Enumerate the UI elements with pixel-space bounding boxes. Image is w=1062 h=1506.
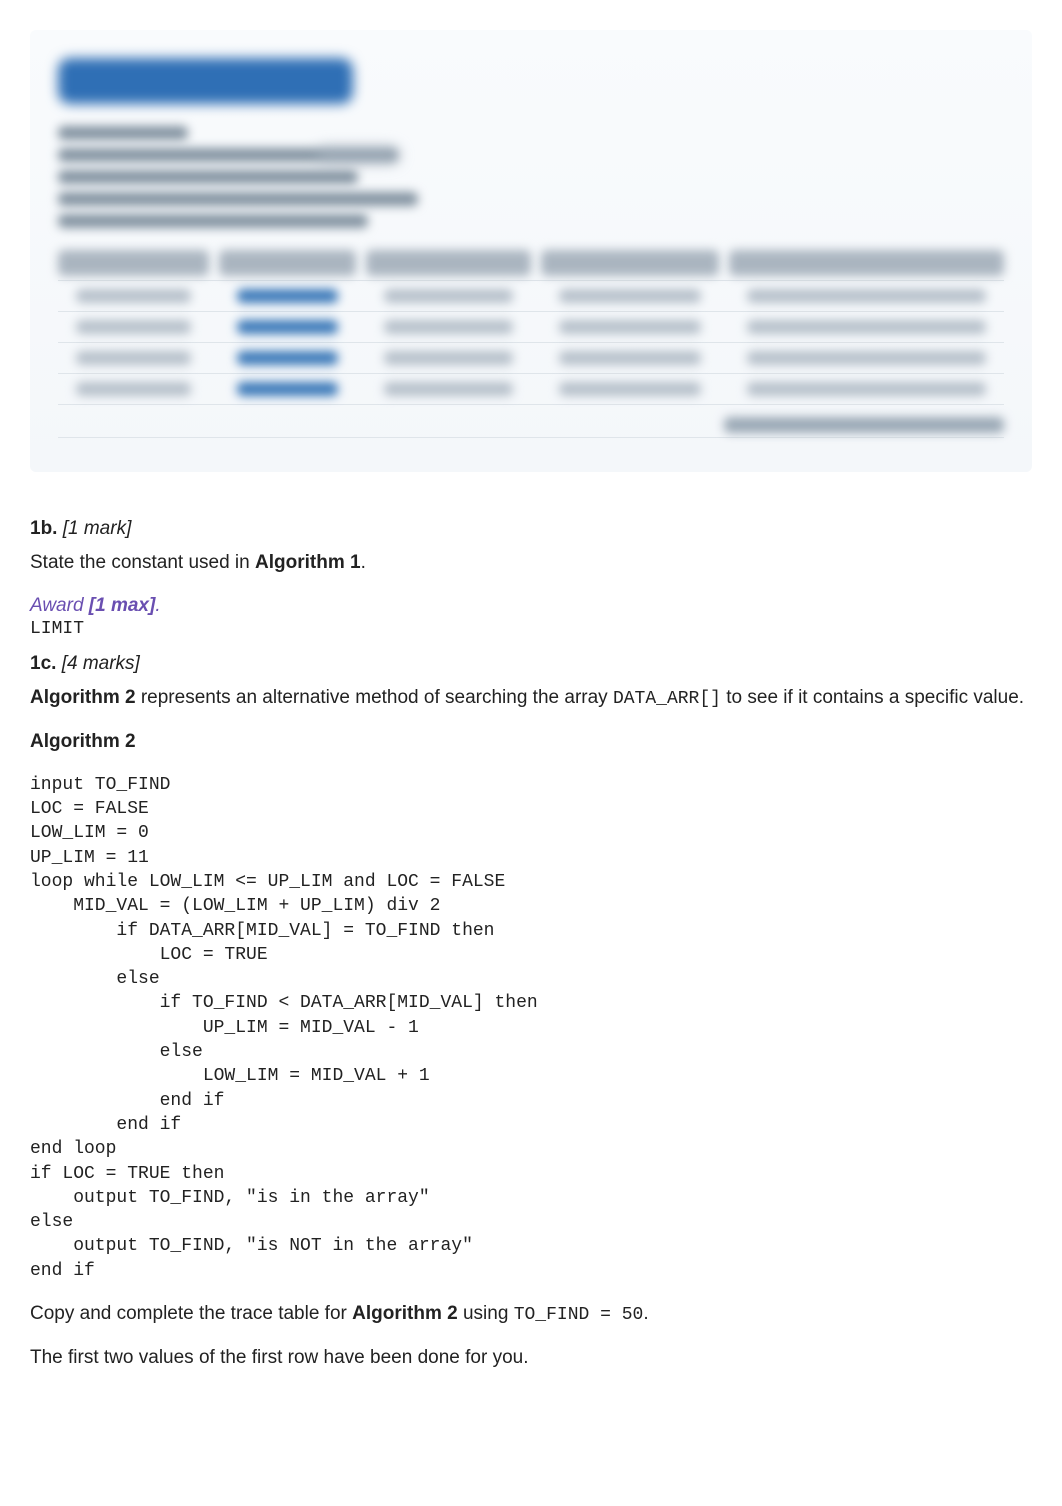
question-number: 1b. bbox=[30, 518, 57, 539]
first-row-note: The first two values of the first row ha… bbox=[30, 1345, 1032, 1371]
text: . bbox=[155, 595, 160, 616]
algorithm2-description: Algorithm 2 represents an alternative me… bbox=[30, 685, 1032, 711]
heading-text: Algorithm 2 bbox=[30, 731, 136, 752]
limit-answer: LIMIT bbox=[30, 617, 1032, 641]
text: . bbox=[361, 552, 366, 573]
text: represents an alternative method of sear… bbox=[136, 687, 613, 708]
question-1b-prompt: State the constant used in Algorithm 1. bbox=[30, 550, 1032, 576]
blurred-line bbox=[58, 148, 398, 162]
text: . bbox=[643, 1303, 648, 1324]
page: 1b. [1 mark] State the constant used in … bbox=[0, 0, 1062, 1449]
blurred-table bbox=[58, 250, 1004, 440]
award-max: [1 max] bbox=[89, 595, 156, 616]
algorithm2-heading: Algorithm 2 bbox=[30, 729, 1032, 755]
text: using bbox=[458, 1303, 514, 1324]
question-number: 1c. bbox=[30, 653, 56, 674]
blurred-heading bbox=[58, 58, 353, 104]
algorithm2-code-block: input TO_FIND LOC = FALSE LOW_LIM = 0 UP… bbox=[30, 773, 1032, 1283]
inline-code: DATA_ARR[] bbox=[613, 689, 721, 709]
question-1b-heading: 1b. [1 mark] bbox=[30, 516, 1032, 542]
text: State the constant used in bbox=[30, 552, 255, 573]
algorithm-ref: Algorithm 2 bbox=[30, 687, 136, 708]
award-line: Award [1 max]. bbox=[30, 593, 1032, 619]
text: Copy and complete the trace table for bbox=[30, 1303, 352, 1324]
award-label: Award bbox=[30, 595, 89, 616]
question-1c-heading: 1c. [4 marks] bbox=[30, 651, 1032, 677]
blurred-line bbox=[58, 126, 188, 140]
blurred-line bbox=[58, 214, 368, 228]
inline-code: TO_FIND = 50 bbox=[514, 1305, 644, 1325]
blurred-markscheme-panel bbox=[30, 30, 1032, 472]
trace-table-instruction: Copy and complete the trace table for Al… bbox=[30, 1301, 1032, 1327]
blurred-line bbox=[58, 192, 418, 206]
question-marks: [1 mark] bbox=[63, 518, 132, 539]
algorithm-ref: Algorithm 1 bbox=[255, 552, 361, 573]
text: to see if it contains a specific value. bbox=[721, 687, 1024, 708]
blurred-line bbox=[58, 170, 358, 184]
question-marks: [4 marks] bbox=[62, 653, 140, 674]
algorithm-ref: Algorithm 2 bbox=[352, 1303, 458, 1324]
